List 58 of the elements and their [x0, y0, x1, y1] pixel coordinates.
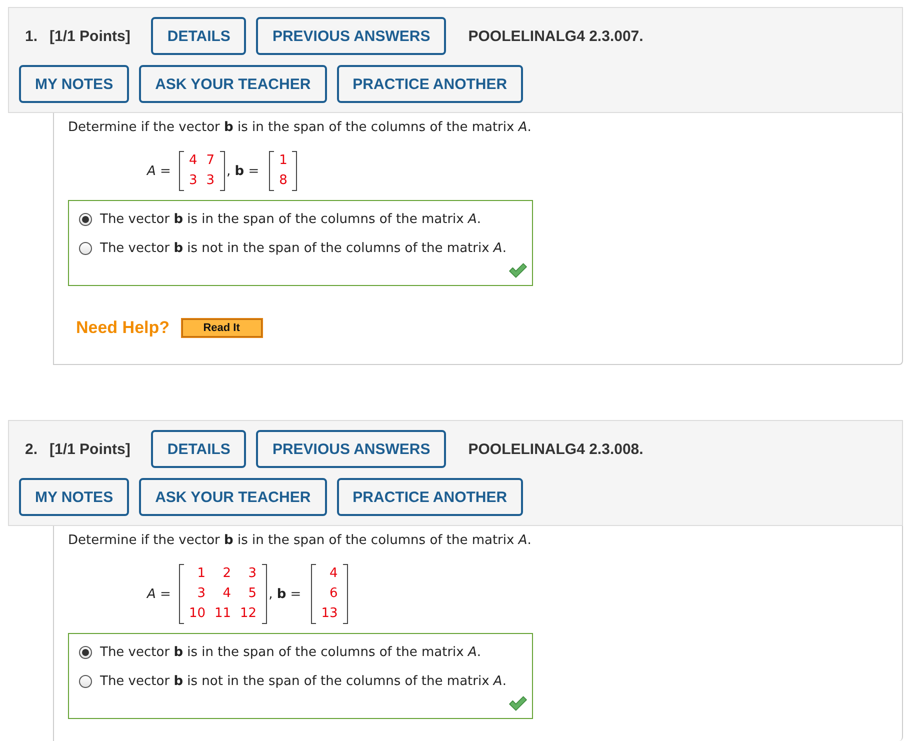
- matrix-entry: 4: [222, 586, 232, 602]
- option-label: The vector b is in the span of the columns of the matrix A.: [100, 644, 482, 660]
- radio-button[interactable]: [79, 674, 92, 688]
- matrix-entry: 13: [321, 606, 338, 622]
- radio-button[interactable]: [79, 646, 92, 658]
- matrix-entry: 12: [240, 606, 257, 622]
- matrix-entry: 11: [214, 606, 232, 622]
- question-prompt: Determine if the vector b is in the span of the columns of the matrix A.: [68, 533, 532, 549]
- matrix-entry: 3: [247, 566, 257, 582]
- details-button[interactable]: DETAILS: [151, 17, 246, 55]
- question-number: 1.: [25, 28, 38, 44]
- right-bracket: [262, 564, 267, 624]
- points-label: [1/1 Points]: [50, 28, 130, 44]
- matrix-entry: 5: [247, 586, 257, 602]
- radio-button[interactable]: [79, 212, 92, 226]
- ask-your-teacher-button[interactable]: ASK YOUR TEACHER: [139, 65, 327, 103]
- problem-code: POOLELINALG4 2.3.007.: [468, 28, 644, 44]
- option-label: The vector b is in the span of the columns of the matrix A.: [100, 212, 482, 226]
- matrix-entry: 1: [279, 153, 288, 169]
- left-bracket: [178, 151, 184, 191]
- my-notes-button[interactable]: MY NOTES: [19, 478, 130, 516]
- my-notes-button[interactable]: MY NOTES: [19, 65, 130, 103]
- matrix-entry: 8: [279, 173, 288, 189]
- option-label: The vector b is not in the span of the columns of the matrix A.: [100, 240, 506, 256]
- right-bracket: [342, 564, 348, 624]
- equation-label: , b =: [226, 164, 260, 178]
- left-bracket: [178, 564, 184, 624]
- right-bracket: [292, 151, 298, 191]
- matrix-entry: 10: [188, 606, 206, 622]
- equation-label: , b =: [268, 586, 302, 602]
- radio-button[interactable]: [79, 242, 92, 254]
- previous-answers-button[interactable]: PREVIOUS ANSWERS: [256, 17, 446, 55]
- practice-another-button[interactable]: PRACTICE ANOTHER: [336, 65, 524, 103]
- need-help-label: Need Help?: [76, 318, 170, 338]
- details-button[interactable]: DETAILS: [151, 430, 246, 468]
- ask-your-teacher-button[interactable]: ASK YOUR TEACHER: [139, 478, 327, 516]
- right-bracket: [220, 151, 224, 191]
- matrix-entry: 4: [328, 566, 338, 582]
- matrix-entry: 3: [206, 173, 214, 189]
- left-bracket: [311, 564, 316, 624]
- read-it-button[interactable]: Read It: [180, 318, 263, 338]
- previous-answers-button[interactable]: PREVIOUS ANSWERS: [256, 430, 446, 468]
- problem-code: POOLELINALG4 2.3.008.: [468, 440, 644, 458]
- matrix-entry: 7: [206, 153, 214, 169]
- equation-label: A =: [147, 586, 171, 602]
- left-bracket: [269, 151, 274, 191]
- question-prompt: Determine if the vector b is in the span of the columns of the matrix A.: [68, 120, 532, 136]
- option-label: The vector b is not in the span of the columns of the matrix A.: [100, 674, 506, 688]
- practice-another-button[interactable]: PRACTICE ANOTHER: [336, 478, 524, 516]
- matrix-entry: 6: [328, 586, 338, 602]
- matrix-entry: 3: [196, 586, 206, 602]
- equation-label: A =: [147, 164, 171, 178]
- matrix-entry: 1: [196, 566, 206, 582]
- matrix-entry: 3: [188, 173, 198, 189]
- matrix-entry: 2: [222, 566, 232, 582]
- points-label: [1/1 Points]: [50, 440, 130, 458]
- question-number: 2.: [25, 440, 38, 458]
- matrix-entry: 4: [188, 153, 198, 169]
